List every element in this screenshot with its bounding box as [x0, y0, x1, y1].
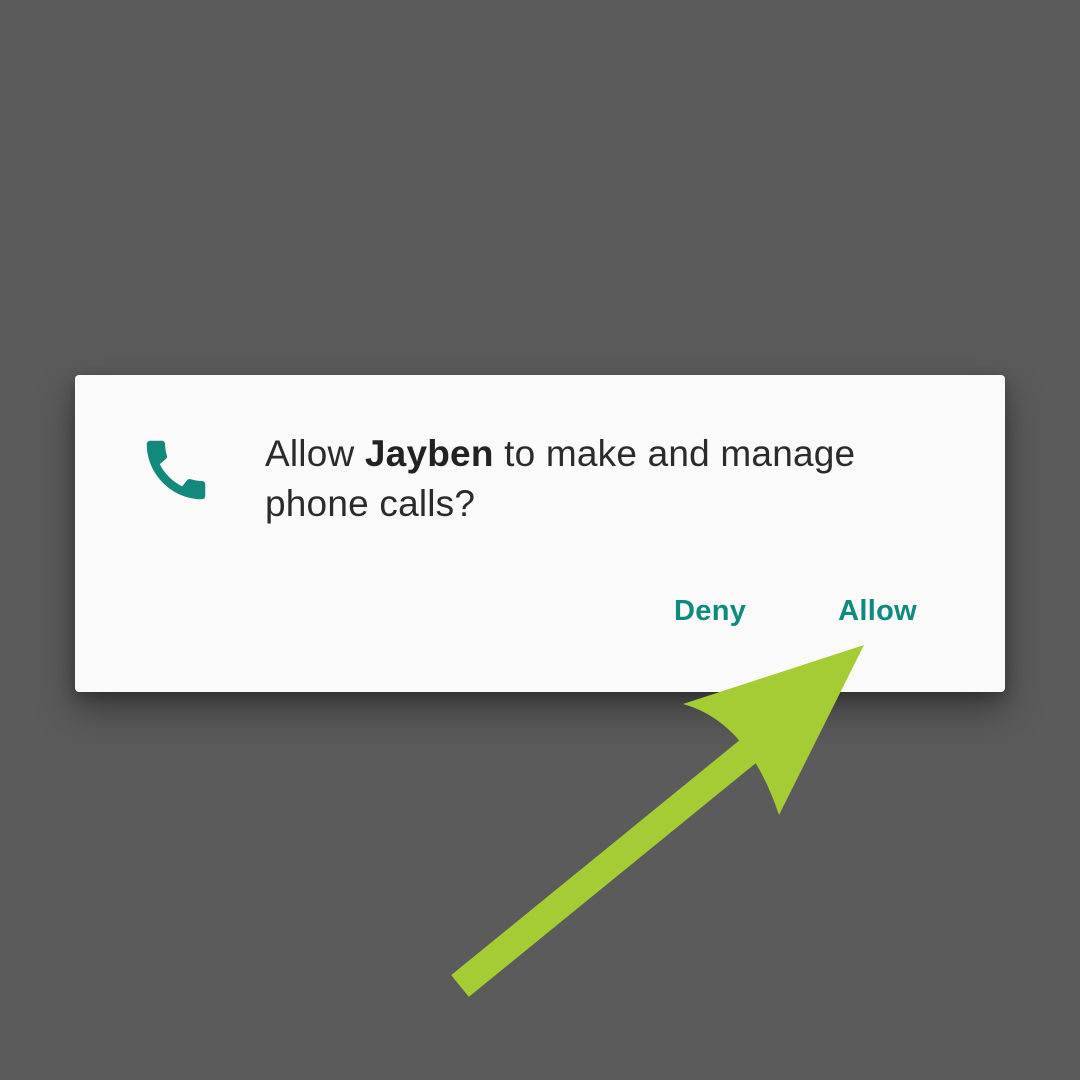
deny-button[interactable]: Deny [674, 591, 746, 632]
app-name: Jayben [364, 433, 494, 474]
permission-message: Allow Jayben to make and manage phone ca… [265, 429, 965, 529]
phone-icon [137, 431, 215, 509]
allow-button[interactable]: Allow [838, 591, 917, 632]
message-prefix: Allow [265, 433, 365, 474]
permission-dialog: Allow Jayben to make and manage phone ca… [75, 375, 1005, 692]
dialog-actions: Deny Allow [674, 591, 917, 632]
